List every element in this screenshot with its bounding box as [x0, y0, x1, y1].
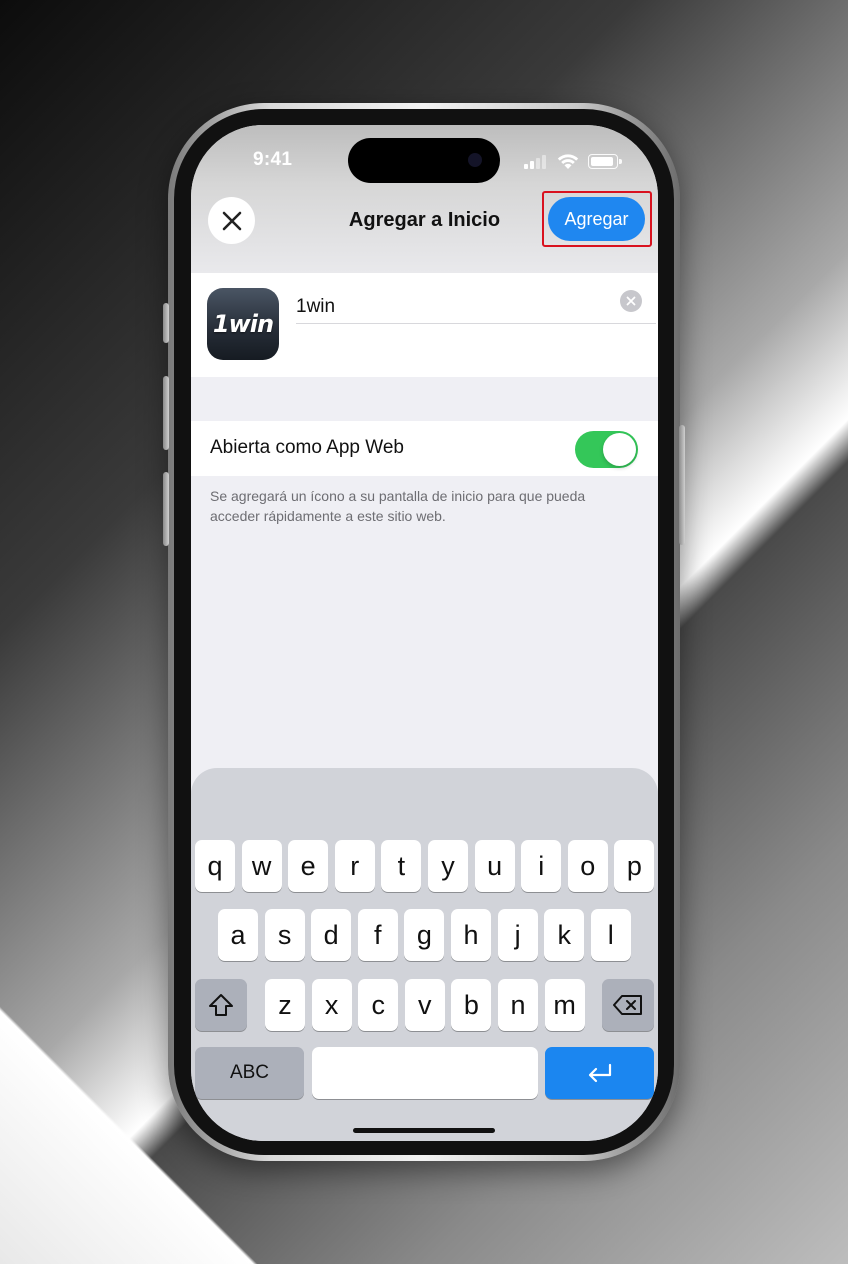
return-icon: [588, 1063, 611, 1083]
key-b[interactable]: b: [451, 979, 492, 1031]
key-j[interactable]: j: [497, 909, 538, 961]
abc-key[interactable]: ABC: [195, 1047, 304, 1099]
key-x[interactable]: x: [311, 979, 352, 1031]
key-d[interactable]: d: [311, 909, 352, 961]
key-p[interactable]: p: [614, 840, 655, 892]
key-y[interactable]: y: [428, 840, 468, 892]
volume-up-button: [163, 376, 169, 450]
key-l[interactable]: l: [590, 909, 631, 961]
keyboard: qwertyuiop asdfghjkl zxcvbnm ABC: [191, 768, 658, 1141]
wifi-icon: [557, 154, 579, 169]
key-u[interactable]: u: [474, 840, 515, 892]
key-v[interactable]: v: [404, 979, 445, 1031]
field-divider: [296, 323, 656, 324]
key-s[interactable]: s: [264, 909, 305, 961]
footnote-text: Se agregará un ícono a su pantalla de in…: [210, 488, 586, 524]
phone-screen: 9:41 Agregar a Inicio Agregar 1win 1win: [191, 125, 658, 1141]
app-info-section: 1win 1win: [191, 273, 658, 377]
key-k[interactable]: k: [544, 909, 585, 961]
key-m[interactable]: m: [544, 979, 585, 1031]
front-camera: [468, 153, 482, 167]
status-time: 9:41: [253, 149, 293, 170]
toggle-knob: [603, 433, 636, 466]
shift-icon: [209, 994, 233, 1016]
web-app-toggle[interactable]: [575, 431, 638, 468]
key-i[interactable]: i: [521, 840, 562, 892]
key-z[interactable]: z: [265, 979, 305, 1031]
delete-key[interactable]: [602, 979, 654, 1031]
key-o[interactable]: o: [567, 840, 608, 892]
battery-icon: [588, 154, 622, 169]
key-q[interactable]: q: [195, 840, 235, 892]
space-key[interactable]: [312, 1047, 538, 1099]
key-r[interactable]: r: [334, 840, 375, 892]
key-g[interactable]: g: [404, 909, 445, 961]
key-h[interactable]: h: [451, 909, 491, 961]
return-key[interactable]: [545, 1047, 654, 1099]
app-icon: 1win: [207, 288, 279, 360]
cellular-signal-icon: [524, 155, 548, 169]
key-f[interactable]: f: [357, 909, 398, 961]
key-a[interactable]: a: [218, 909, 258, 961]
dynamic-island: [348, 138, 500, 183]
power-button: [679, 425, 685, 545]
add-button[interactable]: Agregar: [548, 197, 645, 241]
key-e[interactable]: e: [288, 840, 329, 892]
key-t[interactable]: t: [381, 840, 422, 892]
key-n[interactable]: n: [498, 979, 538, 1031]
web-app-row: Abierta como App Web: [191, 421, 658, 476]
status-bar: 9:41: [191, 125, 658, 185]
web-app-label: Abierta como App Web: [210, 437, 404, 458]
app-name-field[interactable]: 1win: [296, 289, 656, 325]
delete-backward-icon: [613, 995, 642, 1015]
app-icon-text: 1win: [212, 310, 274, 338]
home-indicator: [353, 1128, 495, 1133]
volume-down-button: [163, 472, 169, 546]
key-w[interactable]: w: [241, 840, 282, 892]
shift-key[interactable]: [195, 979, 247, 1031]
xmark-circle-icon: [626, 296, 636, 306]
action-button: [163, 303, 169, 343]
clear-text-button[interactable]: [620, 290, 642, 312]
key-c[interactable]: c: [358, 979, 399, 1031]
